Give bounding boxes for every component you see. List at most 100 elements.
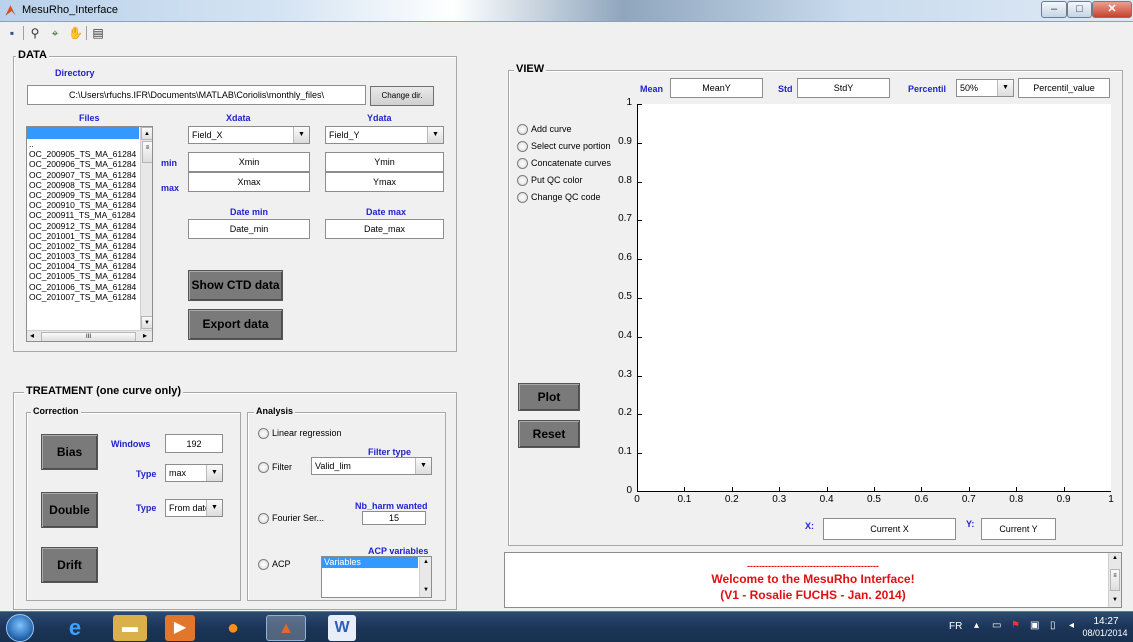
welcome-scrollbar[interactable]: ▲ ≡ ▼ — [1108, 553, 1121, 607]
file-list-item[interactable]: OC_201005_TS_MA_61284 — [27, 271, 139, 281]
radio-button[interactable] — [517, 175, 528, 186]
percentil-select[interactable]: 50% ▼ — [956, 79, 1014, 97]
acp-radio[interactable] — [258, 559, 269, 570]
h-scroll-thumb[interactable]: III — [41, 332, 136, 341]
pan-icon[interactable]: ✋ — [67, 25, 83, 41]
change-dir-button[interactable]: Change dir. — [370, 86, 434, 106]
tray-monitor-icon[interactable]: ▭ — [992, 620, 1001, 631]
tray-clock-date[interactable]: 08/01/2014 — [1080, 628, 1130, 638]
file-list-item[interactable]: OC_201006_TS_MA_61284 — [27, 282, 139, 292]
radio-button[interactable] — [517, 192, 528, 203]
date-min-field[interactable]: Date_min — [188, 219, 310, 239]
std-field[interactable]: StdY — [797, 78, 890, 98]
show-ctd-button[interactable]: Show CTD data — [188, 270, 283, 301]
zoom-icon[interactable]: ⚲ — [27, 25, 43, 41]
scroll-thumb[interactable]: ≡ — [1110, 569, 1120, 591]
file-list-item[interactable]: OC_200905_TS_MA_61284 — [27, 149, 139, 159]
mean-field[interactable]: MeanY — [670, 78, 763, 98]
radio-button[interactable] — [517, 158, 528, 169]
tray-expand-icon[interactable]: ▴ — [974, 620, 979, 631]
plot-axes[interactable] — [637, 104, 1111, 492]
legend-icon[interactable]: ▤ — [90, 25, 106, 41]
file-list-item[interactable]: OC_200906_TS_MA_61284 — [27, 159, 139, 169]
current-y-field[interactable]: Current Y — [981, 518, 1056, 540]
fourier-radio[interactable] — [258, 513, 269, 524]
scroll-thumb[interactable]: ≡ — [142, 141, 152, 163]
filter-radio[interactable] — [258, 462, 269, 473]
media-player-icon[interactable]: ▶ — [165, 615, 195, 641]
file-list-item[interactable]: OC_200912_TS_MA_61284 — [27, 221, 139, 231]
explorer-icon[interactable]: ▬ — [113, 615, 147, 641]
datacursor-icon[interactable]: ⌖ — [47, 25, 63, 41]
file-list-item[interactable]: OC_201001_TS_MA_61284 — [27, 231, 139, 241]
ie-icon[interactable]: e — [55, 615, 95, 641]
xmax-field[interactable]: Xmax — [188, 172, 310, 192]
files-horizontal-scrollbar[interactable]: ◂ III ▸ — [27, 330, 152, 341]
scroll-down-icon[interactable]: ▼ — [423, 587, 429, 593]
reset-button[interactable]: Reset — [518, 420, 580, 448]
scroll-up-icon[interactable]: ▲ — [423, 559, 429, 565]
file-list-item[interactable]: OC_200908_TS_MA_61284 — [27, 180, 139, 190]
acp-variable-item[interactable]: Variables — [322, 557, 418, 568]
ymin-field[interactable]: Ymin — [325, 152, 444, 172]
language-indicator[interactable]: FR — [949, 621, 962, 632]
file-list-item[interactable]: OC_200909_TS_MA_61284 — [27, 190, 139, 200]
tray-volume-icon[interactable]: ◂ — [1069, 620, 1074, 631]
ydata-select[interactable]: Field_Y ▼ — [325, 126, 444, 144]
bias-button[interactable]: Bias — [41, 434, 98, 470]
tray-clock-time[interactable]: 14:27 — [1087, 616, 1125, 627]
matlab-icon[interactable]: ▲ — [266, 615, 306, 641]
analysis-title: Analysis — [254, 406, 296, 416]
tray-network-icon[interactable]: ▯ — [1050, 620, 1056, 631]
file-list-item[interactable]: .. — [27, 139, 139, 149]
minimize-button[interactable]: – — [1041, 1, 1067, 18]
radio-button[interactable] — [517, 141, 528, 152]
firefox-icon[interactable]: ● — [213, 615, 253, 641]
radio-button[interactable] — [517, 124, 528, 135]
date-max-field[interactable]: Date_max — [325, 219, 444, 239]
directory-label: Directory — [55, 68, 95, 78]
file-list-item[interactable]: OC_201007_TS_MA_61284 — [27, 292, 139, 302]
linear-regression-radio[interactable] — [258, 428, 269, 439]
word-icon[interactable]: W — [328, 615, 356, 641]
xdata-select[interactable]: Field_X ▼ — [188, 126, 310, 144]
percentil-value-field[interactable]: Percentil_value — [1018, 78, 1110, 98]
files-vertical-scrollbar[interactable]: ▲ ≡ ▼ — [140, 127, 152, 330]
scroll-down-icon[interactable]: ▼ — [1112, 597, 1118, 603]
close-button[interactable]: ✕ — [1092, 1, 1132, 18]
xdata-value: Field_X — [192, 130, 223, 140]
file-list-item[interactable]: OC_200911_TS_MA_61284 — [27, 210, 139, 220]
filter-type-select[interactable]: Valid_lim ▼ — [311, 457, 432, 475]
ymax-field[interactable]: Ymax — [325, 172, 444, 192]
save-icon[interactable]: ▪ — [4, 25, 20, 41]
tray-flag-icon[interactable]: ⚑ — [1011, 620, 1020, 631]
current-x-field[interactable]: Current X — [823, 518, 956, 540]
file-list-item[interactable]: OC_201002_TS_MA_61284 — [27, 241, 139, 251]
scroll-up-icon[interactable]: ▲ — [1112, 555, 1118, 561]
file-list-item[interactable]: OC_200910_TS_MA_61284 — [27, 200, 139, 210]
scroll-down-icon[interactable]: ▼ — [141, 316, 152, 329]
file-list-item[interactable]: OC_201004_TS_MA_61284 — [27, 261, 139, 271]
windows-field[interactable]: 192 — [165, 434, 223, 453]
file-list-item[interactable]: OC_201003_TS_MA_61284 — [27, 251, 139, 261]
maximize-button[interactable]: □ — [1067, 1, 1092, 18]
plot-button[interactable]: Plot — [518, 383, 580, 411]
acp-variables-listbox[interactable]: Variables ▲ ▼ — [321, 556, 432, 598]
nb-harm-field[interactable]: 15 — [362, 511, 426, 525]
double-button[interactable]: Double — [41, 492, 98, 528]
scroll-left-icon[interactable]: ◂ — [30, 331, 34, 340]
export-data-button[interactable]: Export data — [188, 309, 283, 340]
tray-action-icon[interactable]: ▣ — [1030, 620, 1039, 631]
directory-path-field[interactable]: C:\Users\rfuchs.IFR\Documents\MATLAB\Cor… — [27, 85, 366, 105]
scroll-right-icon[interactable]: ▸ — [143, 331, 147, 340]
file-list-item[interactable] — [27, 127, 139, 139]
file-list-item[interactable]: OC_200907_TS_MA_61284 — [27, 170, 139, 180]
type-date-select[interactable]: From date ▼ — [165, 499, 223, 517]
acp-scrollbar[interactable]: ▲ ▼ — [419, 557, 431, 597]
files-listbox[interactable]: .. OC_200905_TS_MA_61284 OC_200906_TS_MA_6… — [26, 126, 153, 342]
type-select[interactable]: max ▼ — [165, 464, 223, 482]
start-button[interactable] — [6, 614, 34, 642]
scroll-up-icon[interactable]: ▲ — [141, 127, 152, 140]
xmin-field[interactable]: Xmin — [188, 152, 310, 172]
drift-button[interactable]: Drift — [41, 547, 98, 583]
